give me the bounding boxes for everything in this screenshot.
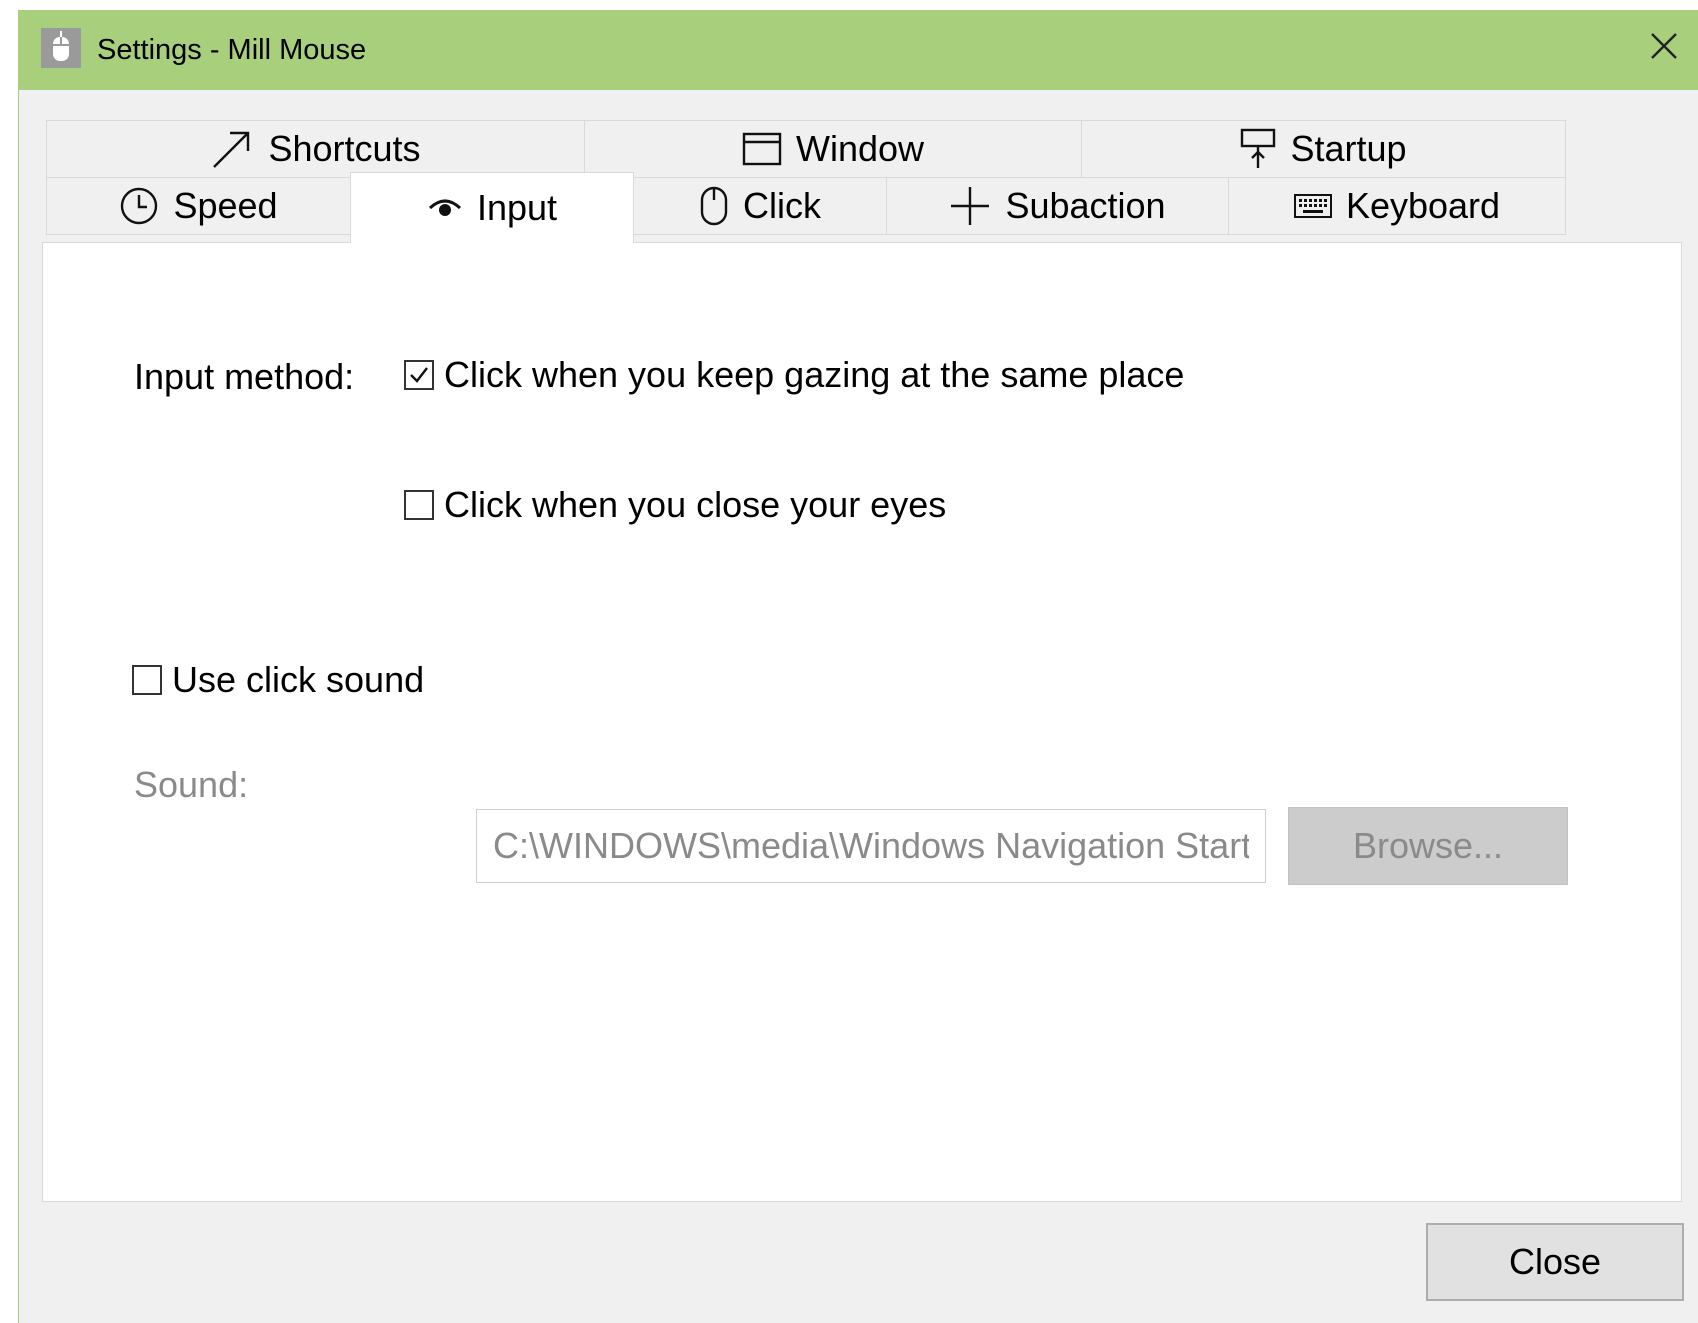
tab-subaction[interactable]: Subaction [886,177,1229,235]
tab-label: Input [476,187,558,228]
tab-label: Shortcuts [268,128,421,169]
close-eyes-checkbox[interactable] [404,490,434,520]
startup-icon [1240,128,1276,170]
input-tab-panel: Input method: Click when you keep gazing… [42,242,1682,1202]
tab-click[interactable]: Click [633,177,887,235]
close-eyes-label: Click when you close your eyes [444,484,947,525]
tab-keyboard[interactable]: Keyboard [1228,177,1566,235]
click-sound-label: Use click sound [172,659,425,700]
tab-window[interactable]: Window [584,120,1082,178]
tab-label: Window [795,128,925,169]
gaze-click-checkbox[interactable] [404,360,434,390]
sound-label: Sound: [134,764,249,805]
mouse-app-icon [41,28,81,68]
title-bar: Settings - Mill Mouse [19,10,1698,90]
eye-icon [427,194,463,222]
arrow-up-right-icon [210,127,254,171]
gaze-click-checkbox-row[interactable]: Click when you keep gazing at the same p… [404,353,1184,397]
window-close-button[interactable] [1628,10,1698,90]
mouse-icon [699,185,729,227]
plus-icon [949,185,991,227]
tab-label: Keyboard [1345,185,1501,226]
close-eyes-checkbox-row[interactable]: Click when you close your eyes [404,483,946,527]
tab-speed[interactable]: Speed [46,177,351,235]
clock-icon [119,186,159,226]
close-button[interactable]: Close [1426,1223,1684,1301]
sound-path-input[interactable] [476,809,1266,883]
input-method-label: Input method: [134,356,355,397]
window-icon [742,132,782,166]
tab-label: Speed [173,185,278,226]
gaze-click-label: Click when you keep gazing at the same p… [444,354,1185,395]
click-sound-checkbox-row[interactable]: Use click sound [132,658,424,702]
click-sound-checkbox[interactable] [132,665,162,695]
window-title: Settings - Mill Mouse [97,34,367,66]
tab-startup[interactable]: Startup [1081,120,1566,178]
tab-label: Click [743,185,821,226]
close-icon [1651,33,1677,59]
tab-label: Subaction [1005,185,1166,226]
browse-button[interactable]: Browse... [1288,807,1568,885]
keyboard-icon [1293,194,1332,218]
tab-label: Startup [1290,128,1407,169]
settings-window: Settings - Mill Mouse Shortcuts Window S… [18,10,1698,1323]
tab-input[interactable]: Input [350,172,634,243]
checkmark-icon [410,367,428,383]
tab-shortcuts[interactable]: Shortcuts [46,120,585,178]
